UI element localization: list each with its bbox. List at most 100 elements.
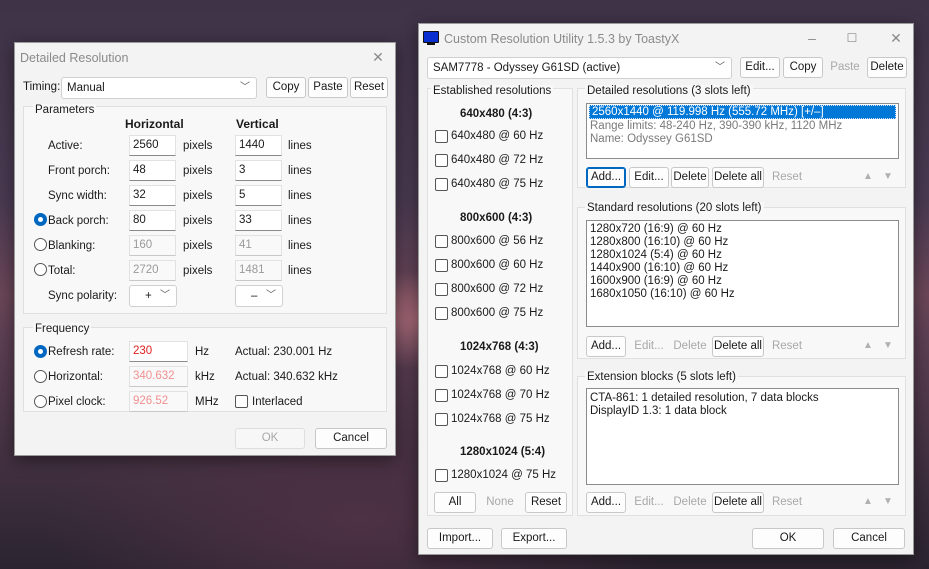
front-porch-v-input[interactable]: 3 — [235, 160, 282, 181]
arrow-up-icon[interactable]: ▲ — [863, 171, 873, 182]
monitor-select[interactable]: SAM7778 - Odyssey G61SD (active) ﹀ — [427, 57, 732, 79]
reset-button[interactable]: Reset — [525, 492, 567, 513]
extension-reset-button[interactable]: Reset — [767, 492, 807, 513]
refresh-rate-input[interactable]: 230 — [129, 341, 188, 362]
active-v-input[interactable]: 1440 — [235, 135, 282, 156]
detailed-resolutions-list[interactable]: 2560x1440 @ 119.998 Hz (555.72 MHz) [+/–… — [586, 103, 899, 159]
blanking-radio[interactable] — [34, 238, 47, 251]
list-item[interactable]: 1280x1024 (5:4) @ 60 Hz — [590, 249, 722, 261]
extension-delete-all-button[interactable]: Delete all — [712, 492, 764, 513]
paste-button[interactable]: Paste — [825, 57, 865, 78]
standard-delete-all-button[interactable]: Delete all — [712, 336, 764, 357]
edit-monitor-button[interactable]: Edit... — [740, 57, 780, 78]
title-bar: Detailed Resolution ✕ — [15, 43, 395, 73]
list-item[interactable]: 1600x900 (16:9) @ 60 Hz — [590, 275, 722, 287]
export-button[interactable]: Export... — [501, 528, 567, 549]
sync-polarity-v-value: – — [251, 290, 258, 302]
detailed-add-button[interactable]: Add... — [586, 167, 626, 188]
blanking-v-input: 41 — [235, 235, 282, 256]
back-porch-v-input[interactable]: 33 — [235, 210, 282, 231]
checkbox-640x480-75[interactable] — [435, 178, 448, 191]
checkbox-800x600-56[interactable] — [435, 235, 448, 248]
cru-window: Custom Resolution Utility 1.5.3 by Toast… — [418, 23, 914, 555]
cancel-button[interactable]: Cancel — [833, 528, 905, 549]
checkbox-1280x1024-75[interactable] — [435, 469, 448, 482]
cancel-button[interactable]: Cancel — [315, 428, 387, 449]
list-item[interactable]: Name: Odyssey G61SD — [590, 133, 713, 145]
monitor-value: SAM7778 - Odyssey G61SD (active) — [433, 62, 621, 74]
back-porch-radio[interactable] — [34, 213, 47, 226]
label-640x480-72: 640x480 @ 72 Hz — [451, 154, 544, 166]
copy-button[interactable]: Copy — [266, 77, 306, 98]
sync-polarity-v-select[interactable]: – ﹀ — [235, 285, 283, 307]
arrow-down-icon[interactable]: ▼ — [883, 340, 893, 351]
all-button[interactable]: All — [434, 492, 476, 513]
total-radio[interactable] — [34, 263, 47, 276]
paste-button[interactable]: Paste — [308, 77, 348, 98]
horizontal-radio[interactable] — [34, 370, 47, 383]
arrow-up-icon[interactable]: ▲ — [863, 340, 873, 351]
close-icon[interactable]: ✕ — [367, 47, 389, 67]
total-h-unit: pixels — [183, 265, 213, 277]
list-item[interactable]: Range limits: 48-240 Hz, 390-390 kHz, 11… — [590, 120, 842, 132]
standard-edit-button[interactable]: Edit... — [629, 336, 669, 357]
timing-select[interactable]: Manual ﹀ — [61, 77, 257, 99]
checkbox-800x600-75[interactable] — [435, 307, 448, 320]
detailed-edit-button[interactable]: Edit... — [629, 167, 669, 188]
interlaced-checkbox[interactable] — [235, 395, 248, 408]
checkbox-640x480-60[interactable] — [435, 130, 448, 143]
arrow-down-icon[interactable]: ▼ — [883, 496, 893, 507]
close-icon[interactable]: ✕ — [885, 28, 907, 48]
standard-resolutions-list[interactable]: 1280x720 (16:9) @ 60 Hz 1280x800 (16:10)… — [586, 220, 899, 327]
minimize-icon[interactable]: – — [801, 28, 823, 48]
sync-polarity-h-select[interactable]: + ﹀ — [129, 285, 177, 307]
back-porch-label: Back porch: — [48, 215, 109, 227]
copy-button[interactable]: Copy — [783, 57, 823, 78]
pixel-clock-radio[interactable] — [34, 395, 47, 408]
arrow-up-icon[interactable]: ▲ — [863, 496, 873, 507]
back-porch-h-input[interactable]: 80 — [129, 210, 176, 231]
checkbox-800x600-72[interactable] — [435, 283, 448, 296]
extension-delete-button[interactable]: Delete — [671, 492, 709, 513]
refresh-rate-radio[interactable] — [34, 345, 47, 358]
checkbox-1024x768-70[interactable] — [435, 389, 448, 402]
standard-reset-button[interactable]: Reset — [767, 336, 807, 357]
list-item[interactable]: 2560x1440 @ 119.998 Hz (555.72 MHz) [+/–… — [589, 105, 896, 119]
label-1280x1024-75: 1280x1024 @ 75 Hz — [451, 469, 557, 481]
list-item[interactable]: DisplayID 1.3: 1 data block — [590, 405, 727, 417]
pixel-clock-label: Pixel clock: — [48, 396, 106, 408]
sync-width-v-input[interactable]: 5 — [235, 185, 282, 206]
list-item[interactable]: 1280x800 (16:10) @ 60 Hz — [590, 236, 728, 248]
reset-button[interactable]: Reset — [350, 77, 388, 98]
list-item[interactable]: 1680x1050 (16:10) @ 60 Hz — [590, 288, 735, 300]
delete-button[interactable]: Delete — [867, 57, 907, 78]
ok-button[interactable]: OK — [752, 528, 824, 549]
standard-add-button[interactable]: Add... — [586, 336, 626, 357]
detailed-delete-all-button[interactable]: Delete all — [712, 167, 764, 188]
list-item[interactable]: 1280x720 (16:9) @ 60 Hz — [590, 223, 722, 235]
blanking-label: Blanking: — [48, 240, 96, 252]
list-item[interactable]: CTA-861: 1 detailed resolution, 7 data b… — [590, 392, 819, 404]
none-button[interactable]: None — [479, 492, 521, 513]
extension-edit-button[interactable]: Edit... — [629, 492, 669, 513]
extension-add-button[interactable]: Add... — [586, 492, 626, 513]
active-h-input[interactable]: 2560 — [129, 135, 176, 156]
checkbox-640x480-72[interactable] — [435, 154, 448, 167]
group-header-640: 640x480 (4:3) — [460, 108, 533, 120]
import-button[interactable]: Import... — [427, 528, 493, 549]
detailed-delete-button[interactable]: Delete — [671, 167, 709, 188]
maximize-icon[interactable]: ☐ — [841, 28, 863, 48]
arrow-down-icon[interactable]: ▼ — [883, 171, 893, 182]
ok-button[interactable]: OK — [235, 428, 305, 449]
checkbox-1024x768-75[interactable] — [435, 413, 448, 426]
checkbox-1024x768-60[interactable] — [435, 365, 448, 378]
label-1024x768-70: 1024x768 @ 70 Hz — [451, 389, 550, 401]
list-item[interactable]: 1440x900 (16:10) @ 60 Hz — [590, 262, 728, 274]
extension-blocks-list[interactable]: CTA-861: 1 detailed resolution, 7 data b… — [586, 388, 899, 485]
window-title: Detailed Resolution — [20, 51, 129, 65]
front-porch-h-input[interactable]: 48 — [129, 160, 176, 181]
checkbox-800x600-60[interactable] — [435, 259, 448, 272]
sync-width-h-input[interactable]: 32 — [129, 185, 176, 206]
detailed-reset-button[interactable]: Reset — [767, 167, 807, 188]
standard-delete-button[interactable]: Delete — [671, 336, 709, 357]
